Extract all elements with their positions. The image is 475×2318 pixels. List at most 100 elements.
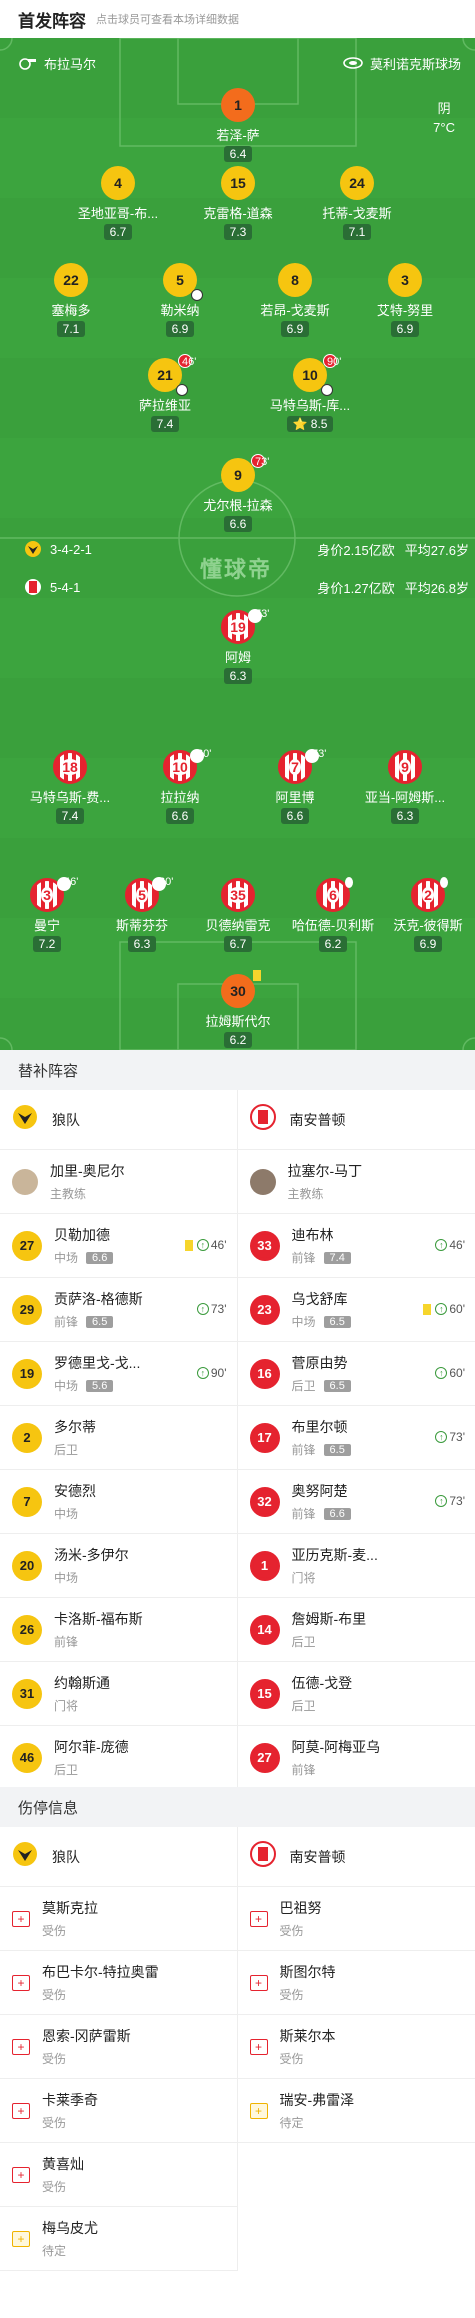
- injury-status: 受伤: [42, 1988, 67, 2002]
- player-rating: 6.3: [127, 936, 157, 952]
- injury-status: 受伤: [279, 1924, 304, 1938]
- sub-in-tag: ↑ 90': [196, 1366, 227, 1380]
- injury-row[interactable]: + 布巴卡尔-特拉奥雷 受伤: [0, 1951, 237, 2015]
- player-meta: 中场 6.5: [292, 1313, 351, 1330]
- player-rating: 7.4: [55, 808, 85, 824]
- player-position: 后卫: [54, 1763, 79, 1777]
- home-player[interactable]: 3 艾特-努里 6.9: [360, 263, 450, 337]
- away-player[interactable]: 2 沃克-彼得斯 6.9: [383, 877, 473, 952]
- team-name: 狼队: [52, 1111, 80, 1128]
- player-rating: 6.9: [280, 321, 310, 337]
- sub-player-row[interactable]: 27 阿莫-阿梅亚乌 前锋: [237, 1726, 475, 1790]
- injury-row[interactable]: + 梅乌皮尤 待定: [0, 2207, 237, 2271]
- away-player[interactable]: 6 哈伍德-贝利斯 6.2: [288, 877, 378, 952]
- player-number: 6: [316, 877, 353, 912]
- home-player[interactable]: 9 73' 尤尔根-拉森 6.6: [193, 454, 283, 532]
- sub-player-row[interactable]: 29 贡萨洛-格德斯 前锋 6.5 ↑ 73': [0, 1278, 237, 1342]
- away-player[interactable]: 3 46' 曼宁 7.2: [2, 876, 92, 952]
- sub-player-row[interactable]: 16 菅原由势 后卫 6.5 ↑ 60': [237, 1342, 475, 1406]
- away-age: 平均26.8岁: [404, 580, 469, 596]
- sub-in-tag: ↑ 73': [435, 1494, 465, 1508]
- sub-in-time: 46': [210, 1238, 227, 1252]
- player-number: 27: [12, 1230, 42, 1261]
- injury-status: 受伤: [42, 2052, 67, 2066]
- player-number: 1: [249, 1550, 280, 1581]
- sub-in-icon: ↑: [196, 1303, 209, 1315]
- player-number: 16: [249, 1358, 280, 1389]
- player-name: 马特乌斯-库...: [269, 398, 351, 413]
- injury-away-column: 南安普顿 + 巴祖努 受伤 + 斯图尔特 受伤 + 斯莱尔本 受伤 + 瑞安-弗雷泽 待定: [237, 1827, 475, 2271]
- player-name: 若昂-戈麦斯: [260, 303, 330, 318]
- away-player[interactable]: 7 73' 阿里博 6.6: [250, 748, 340, 824]
- coach-row[interactable]: 拉塞尔-马丁 主教练: [237, 1150, 475, 1214]
- coach-row[interactable]: 加里-奥尼尔 主教练: [0, 1150, 237, 1214]
- sub-player-row[interactable]: 1 亚历克斯-麦... 门将: [237, 1534, 475, 1598]
- home-player[interactable]: 22 塞梅多 7.1: [26, 263, 116, 337]
- player-number: 23: [249, 1294, 280, 1325]
- sub-in-tag: ↑ 60': [423, 1302, 465, 1316]
- injury-row[interactable]: + 巴祖努 受伤: [237, 1887, 475, 1951]
- player-position: 中场: [54, 1379, 79, 1393]
- injury-row[interactable]: + 斯莱尔本 受伤: [237, 2015, 475, 2079]
- sub-player-row[interactable]: 20 汤米-多伊尔 中场: [0, 1534, 237, 1598]
- home-player[interactable]: 1 若泽-萨 6.4: [193, 88, 283, 162]
- injury-row[interactable]: + 黄喜灿 受伤: [0, 2143, 237, 2207]
- home-player[interactable]: 5 勒米纳 6.9: [135, 263, 225, 337]
- sub-player-row[interactable]: 33 迪布林 前锋 7.4 ↑ 46': [237, 1214, 475, 1278]
- sub-player-row[interactable]: 2 多尔蒂 后卫: [0, 1406, 237, 1470]
- injury-row[interactable]: + 卡莱季奇 受伤: [0, 2079, 237, 2143]
- player-number: 15: [249, 1678, 280, 1709]
- injury-row[interactable]: + 莫斯克拉 受伤: [0, 1887, 237, 1951]
- home-player[interactable]: 15 克雷格-道森 7.3: [193, 166, 283, 240]
- player-rating: 6.6: [86, 1251, 114, 1264]
- away-player[interactable]: 30 拉姆斯代尔 6.2: [193, 970, 283, 1048]
- medkit-icon: +: [12, 2102, 30, 2119]
- player-number: 3: [30, 877, 71, 912]
- referee-name: 布拉马尔: [44, 56, 97, 72]
- home-player[interactable]: 4 圣地亚哥-布... 6.7: [73, 166, 163, 240]
- player-number: 10: [163, 749, 204, 784]
- southampton-logo-icon: [249, 1841, 276, 1872]
- sub-player-row[interactable]: 19 罗德里戈-戈... 中场 5.6 ↑ 90': [0, 1342, 237, 1406]
- player-name: 尤尔根-拉森: [203, 498, 273, 513]
- lineup-header: 首发阵容 点击球员可查看本场详细数据: [0, 0, 475, 38]
- home-player[interactable]: 8 若昂-戈麦斯 6.9: [250, 263, 340, 337]
- subs-section: 替补阵容 狼队 加里-奥尼尔 主教练 27 贝勒加德 中场 6.6 ↑ 46' 29 贡萨洛-…: [0, 1050, 475, 1790]
- player-name: 阿里博: [275, 790, 315, 805]
- sub-player-row[interactable]: 7 安德烈 中场: [0, 1470, 237, 1534]
- sub-player-row[interactable]: 15 伍德-戈登 后卫: [237, 1662, 475, 1726]
- ball-icon: [176, 384, 188, 396]
- injury-row[interactable]: + 斯图尔特 受伤: [237, 1951, 475, 2015]
- sub-player-row[interactable]: 46 阿尔菲-庞德 后卫: [0, 1726, 237, 1790]
- injury-status: 受伤: [279, 1988, 304, 2002]
- sub-time: 60': [159, 876, 174, 888]
- away-player[interactable]: 19 73' 阿姆 6.3: [193, 608, 283, 684]
- away-player[interactable]: 18 马特乌斯-费... 7.4: [25, 750, 115, 824]
- injury-row[interactable]: + 恩索-冈萨雷斯 受伤: [0, 2015, 237, 2079]
- player-meta: 后卫 6.5: [292, 1377, 351, 1394]
- sub-player-row[interactable]: 26 卡洛斯-福布斯 前锋: [0, 1598, 237, 1662]
- sub-player-row[interactable]: 23 乌戈舒库 中场 6.5 ↑ 60': [237, 1278, 475, 1342]
- sub-player-row[interactable]: 17 布里尔顿 前锋 6.5 ↑ 73': [237, 1406, 475, 1470]
- home-player[interactable]: 24 托蒂-戈麦斯 7.1: [312, 166, 402, 240]
- home-player[interactable]: 10 90' 马特乌斯-库... ⭐ 8.5: [265, 354, 355, 432]
- away-player[interactable]: 35 贝德纳雷克 6.7: [193, 878, 283, 952]
- player-number: 1: [221, 88, 255, 122]
- away-value: 身价1.27亿欧: [317, 580, 395, 596]
- player-number: 5: [125, 877, 166, 912]
- away-player[interactable]: 10 60' 拉拉纳 6.6: [135, 748, 225, 824]
- away-player[interactable]: 5 60' 斯蒂芬芬 6.3: [97, 876, 187, 952]
- home-player[interactable]: 21 46' 萨拉维亚 7.4: [120, 354, 210, 432]
- sub-time: 73': [255, 608, 270, 620]
- injury-row[interactable]: + 瑞安-弗雷泽 待定: [237, 2079, 475, 2143]
- injury-status: 受伤: [42, 2180, 67, 2194]
- player-name: 若泽-萨: [216, 128, 260, 143]
- sub-player-row[interactable]: 31 约翰斯通 门将: [0, 1662, 237, 1726]
- medkit-icon: +: [12, 1974, 30, 1991]
- sub-player-row[interactable]: 32 奥努阿楚 前锋 6.6 ↑ 73': [237, 1470, 475, 1534]
- sub-player-row[interactable]: 14 詹姆斯-布里 后卫: [237, 1598, 475, 1662]
- sub-player-row[interactable]: 27 贝勒加德 中场 6.6 ↑ 46': [0, 1214, 237, 1278]
- away-player[interactable]: 9 亚当-阿姆斯... 6.3: [360, 750, 450, 824]
- yellow-card-icon: [345, 877, 353, 888]
- sub-in-icon: ↑: [435, 1239, 448, 1251]
